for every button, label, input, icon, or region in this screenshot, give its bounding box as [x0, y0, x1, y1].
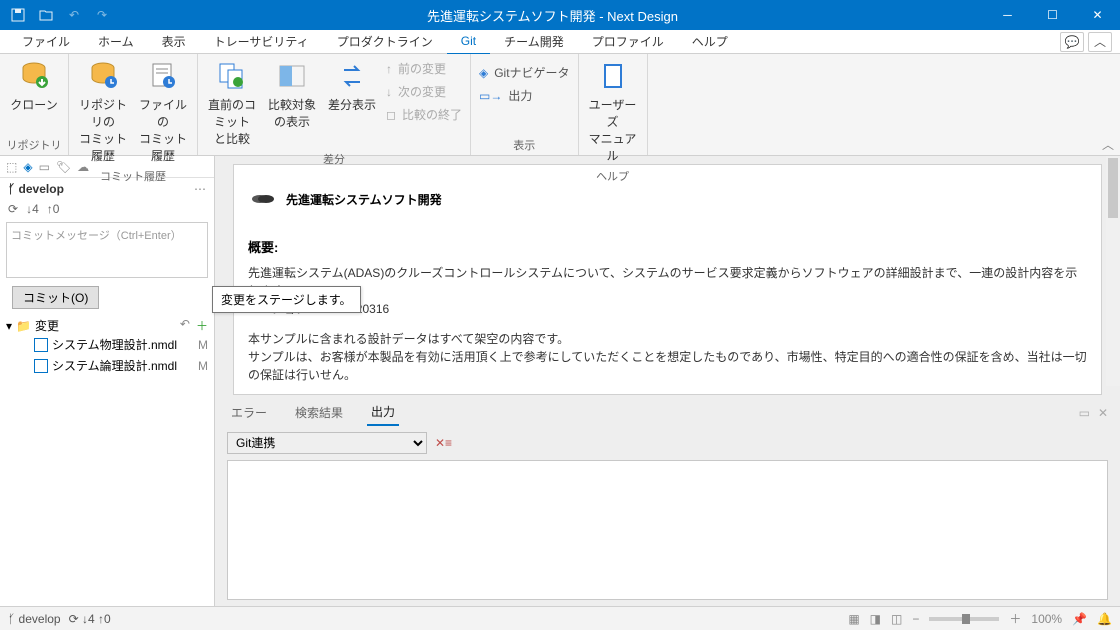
sync-icon[interactable]: ⟳ — [8, 202, 18, 216]
tab-output[interactable]: 出力 — [367, 399, 399, 426]
doc-title: 先進運転システムソフト開発 — [248, 185, 1087, 213]
minimize-button[interactable]: ─ — [985, 0, 1030, 30]
changed-file[interactable]: システム物理設計.nmdlM — [6, 334, 208, 355]
folder-icon[interactable] — [36, 5, 56, 25]
clear-icon[interactable]: ✕≡ — [435, 436, 452, 450]
menu-team[interactable]: チーム開発 — [490, 30, 578, 54]
undo-icon[interactable]: ↶ — [180, 317, 190, 334]
menu-git[interactable]: Git — [447, 29, 490, 55]
undo-icon[interactable]: ↶ — [64, 5, 84, 25]
current-branch[interactable]: ᚶ develop — [8, 182, 64, 196]
ribbon: クローン リポジトリ リポジトリの コミット履歴 ファイルの コミット履歴 コミ… — [0, 54, 1120, 156]
stash-icon[interactable]: ▭ — [39, 160, 50, 174]
ribbon-collapse-icon[interactable]: ︿ — [1102, 136, 1114, 153]
arrow-up-icon: ↑ — [386, 62, 392, 76]
repo-history-button[interactable]: リポジトリの コミット履歴 — [73, 56, 133, 168]
branch-icon: ◈ — [479, 66, 488, 80]
changed-file[interactable]: システム論理設計.nmdlM — [6, 355, 208, 376]
document-editor: 先進運転システムソフト開発 概要: 先進運転システム(ADAS)のクルーズコント… — [233, 164, 1102, 395]
stage-all-icon[interactable]: ＋ — [196, 317, 208, 334]
menubar: ファイル ホーム 表示 トレーサビリティ プロダクトライン Git チーム開発 … — [0, 30, 1120, 54]
notification-icon[interactable]: 🔔 — [1097, 612, 1112, 626]
status-branch[interactable]: ᚶ develop — [8, 612, 61, 626]
changes-folder[interactable]: ▾ 📁 変更 — [6, 317, 59, 334]
menu-profile[interactable]: プロファイル — [578, 30, 678, 54]
arrow-down-icon: ↓ — [386, 85, 392, 99]
zoom-out-icon[interactable]: − — [912, 612, 919, 626]
next-change-button[interactable]: ↓次の変更 — [386, 83, 462, 100]
layout-icon[interactable]: ◫ — [891, 612, 902, 626]
compare-prev-button[interactable]: 直前のコミット と比較 — [202, 56, 262, 151]
zoom-in-icon[interactable]: ＋ — [1009, 610, 1021, 627]
layout-icon[interactable]: ▦ — [848, 612, 859, 626]
end-compare-button[interactable]: ◻比較の終了 — [386, 106, 462, 123]
output-textarea[interactable] — [227, 460, 1108, 600]
panel-close-icon[interactable]: ✕ — [1098, 406, 1108, 420]
commit-message-input[interactable]: コミットメッセージ（Ctrl+Enter） — [6, 222, 208, 278]
status-sync[interactable]: ⟳ ↓4 ↑0 — [69, 612, 111, 626]
show-diff-button[interactable]: 差分表示 — [322, 56, 382, 117]
tag-icon[interactable]: 🏷 — [56, 160, 71, 174]
git-panel: ⬚ ◈ ▭ 🏷 ☁ ᚶ develop ⋯ ⟳ ↓4 ↑0 コミットメッセージ（… — [0, 156, 215, 606]
tab-error[interactable]: エラー — [227, 400, 271, 425]
outgoing-count: ↑0 — [47, 202, 60, 216]
maximize-button[interactable]: ☐ — [1030, 0, 1075, 30]
db-hist-icon — [87, 60, 119, 92]
bottom-tabs: エラー 検索結果 出力 ▭ ✕ — [215, 395, 1120, 426]
output-filter-select[interactable]: Git連携 — [227, 432, 427, 454]
scrollbar[interactable] — [1106, 156, 1120, 386]
menu-productline[interactable]: プロダクトライン — [323, 30, 447, 54]
close-button[interactable]: ✕ — [1075, 0, 1120, 30]
project-icon — [248, 185, 276, 213]
zoom-level[interactable]: 100% — [1031, 612, 1062, 626]
output-button[interactable]: ▭→出力 — [479, 87, 570, 104]
split-icon — [276, 60, 308, 92]
window-title: 先進運転システムソフト開発 - Next Design — [120, 6, 985, 25]
file-icon — [34, 359, 48, 373]
more-icon[interactable]: ⋯ — [194, 182, 206, 196]
prev-change-button[interactable]: ↑前の変更 — [386, 60, 462, 77]
statusbar: ᚶ develop ⟳ ↓4 ↑0 ▦ ◨ ◫ − ＋ 100% 📌 🔔 — [0, 606, 1120, 630]
menu-file[interactable]: ファイル — [8, 30, 84, 54]
menu-view[interactable]: 表示 — [148, 30, 200, 54]
file-icon — [34, 338, 48, 352]
panel-layout-icon[interactable]: ▭ — [1079, 406, 1090, 420]
file-history-button[interactable]: ファイルの コミット履歴 — [133, 56, 193, 168]
chevron-up-icon[interactable]: ︿ — [1088, 32, 1112, 52]
user-manual-button[interactable]: ユーザーズ マニュアル — [583, 56, 643, 168]
swap-icon — [336, 60, 368, 92]
compare-target-button[interactable]: 比較対象 の表示 — [262, 56, 322, 134]
book-icon — [597, 60, 629, 92]
pin-icon[interactable]: 📌 — [1072, 612, 1087, 626]
incoming-count: ↓4 — [26, 202, 39, 216]
commit-button[interactable]: コミット(O) — [12, 286, 99, 309]
titlebar: ↶ ↷ 先進運転システムソフト開発 - Next Design ─ ☐ ✕ — [0, 0, 1120, 30]
doc-diff-icon — [216, 60, 248, 92]
save-icon[interactable] — [8, 5, 28, 25]
out-icon: ▭→ — [479, 89, 502, 103]
git-navigator-button[interactable]: ◈Gitナビゲータ — [479, 64, 570, 81]
chat-icon[interactable]: 💬 — [1060, 32, 1084, 52]
stop-icon: ◻ — [386, 108, 396, 122]
db-down-icon — [18, 60, 50, 92]
doc-section-heading: 概要: — [248, 237, 1087, 256]
menu-traceability[interactable]: トレーサビリティ — [200, 30, 323, 54]
file-hist-icon — [147, 60, 179, 92]
menu-home[interactable]: ホーム — [84, 30, 148, 54]
branch-icon[interactable]: ◈ — [23, 160, 32, 174]
layout-icon[interactable]: ◨ — [870, 612, 881, 626]
box-icon[interactable]: ⬚ — [6, 160, 17, 174]
clone-button[interactable]: クローン — [4, 56, 64, 117]
menu-help[interactable]: ヘルプ — [678, 30, 742, 54]
redo-icon[interactable]: ↷ — [92, 5, 112, 25]
tab-search[interactable]: 検索結果 — [291, 400, 347, 425]
tooltip: 変更をステージします。 — [212, 286, 361, 313]
